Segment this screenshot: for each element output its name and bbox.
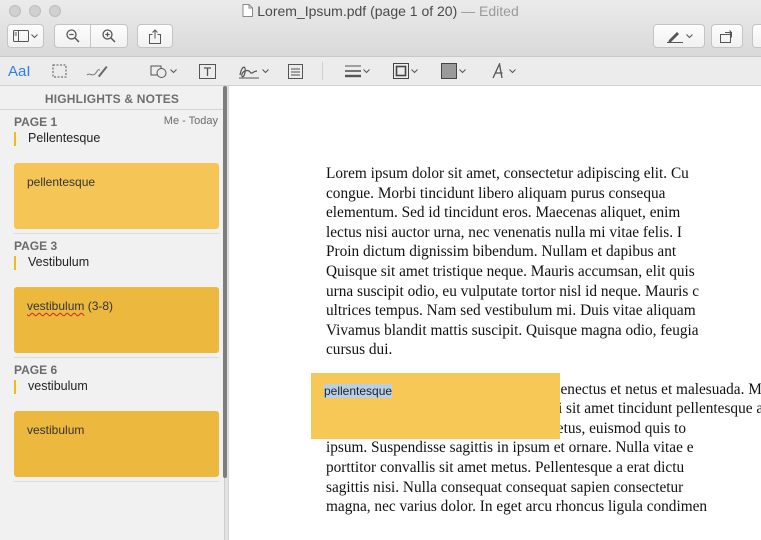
rectangular-selection-tool[interactable] — [52, 61, 67, 81]
text-line: porttitor convallis sit amet metus. Pell… — [326, 458, 685, 476]
sidebar-header: HIGHLIGHTS & NOTES — [44, 92, 180, 106]
line-style-tool[interactable] — [345, 61, 370, 81]
note-card[interactable]: pellentesque — [14, 163, 219, 229]
note-text: vestibulum — [27, 423, 85, 437]
chevron-down-icon — [31, 33, 38, 38]
chevron-down-icon — [509, 68, 516, 73]
text-line: magna, nec varius dolor. In eget arcu rh… — [326, 498, 708, 516]
sketch-icon — [86, 66, 108, 78]
note-popup-text[interactable]: pellentesque — [324, 384, 393, 398]
sidebar-icon — [13, 30, 29, 42]
zoom-in-button[interactable] — [90, 24, 128, 48]
window-title: Lorem_Ipsum.pdf (page 1 of 20) — Edited — [0, 3, 761, 19]
highlight-marker — [14, 380, 16, 394]
highlights-notes-sidebar: HIGHLIGHTS & NOTES PAGE 1 Me - Today Pel… — [0, 86, 224, 540]
rotate-button[interactable] — [711, 24, 743, 48]
highlight-text[interactable]: vestibulum — [28, 379, 88, 393]
pen-markup-icon — [666, 32, 683, 43]
chevron-down-icon — [459, 68, 466, 73]
selection-rect-icon — [52, 64, 67, 78]
note-card[interactable]: vestibulum (3-8) — [14, 287, 219, 353]
note-text-suffix: (3-8) — [84, 299, 114, 313]
share-button[interactable] — [137, 24, 173, 48]
edited-status: — Edited — [461, 3, 519, 19]
text-selection-tool[interactable]: AaI — [8, 61, 31, 81]
page-label: PAGE 6 — [14, 363, 58, 377]
chevron-down-icon — [411, 68, 418, 73]
text-box-icon — [199, 63, 216, 79]
window-titlebar: Lorem_Ipsum.pdf (page 1 of 20) — Edited — [0, 0, 761, 57]
note-icon — [288, 63, 303, 79]
markup-toolbar: AaI — [0, 57, 761, 86]
page-label: PAGE 1 — [14, 115, 58, 129]
text-line: ipsum. Suspendisse sagittis in ipsum et … — [326, 439, 694, 457]
text-box-tool[interactable] — [199, 61, 216, 81]
shapes-icon — [150, 65, 167, 78]
pdf-document-icon — [242, 4, 254, 17]
text-line: lectus nisi auctor urna, nec venenatis n… — [326, 223, 682, 241]
note-text: pellentesque — [27, 175, 96, 189]
pdf-page-view[interactable]: Lorem ipsum dolor sit amet, consectetur … — [229, 86, 761, 540]
note-popup[interactable]: pellentesque — [311, 373, 560, 439]
signature-tool[interactable] — [238, 61, 269, 81]
sidebar-divider — [0, 109, 224, 110]
text-line: Lorem ipsum dolor sit amet, consectetur … — [326, 165, 689, 182]
border-color-icon — [393, 63, 409, 79]
page-label: PAGE 3 — [14, 239, 58, 253]
border-color-tool[interactable] — [393, 61, 418, 81]
scrollbar-thumb[interactable] — [223, 86, 227, 478]
highlight-text[interactable]: Vestibulum — [28, 255, 89, 269]
text-line: Vivamus blandit mattis suscipit. Quisque… — [326, 321, 699, 339]
author-date: Me - Today — [163, 115, 218, 127]
line-style-icon — [345, 65, 361, 78]
text-line: Quisque sit amet tristique neque. Mauris… — [326, 262, 695, 280]
note-text-misspelled: vestibulum — [27, 299, 85, 313]
fill-color-tool[interactable] — [441, 61, 466, 81]
text-line: cursus dui. — [326, 341, 393, 359]
markup-toolbar-button[interactable] — [653, 24, 705, 48]
zoom-out-icon — [65, 29, 80, 43]
highlight-text[interactable]: Pellentesque — [28, 131, 100, 145]
group-divider — [14, 357, 219, 358]
document-filename: Lorem_Ipsum.pdf (page 1 of 20) — [257, 3, 458, 19]
chevron-down-icon — [170, 68, 177, 73]
font-style-icon — [492, 63, 503, 79]
text-line: sagittis nisi. Nulla consequat consequat… — [326, 478, 684, 496]
note-card[interactable]: vestibulum — [14, 411, 219, 477]
sidebar-view-button[interactable] — [7, 24, 44, 48]
text-selection-label: AaI — [8, 62, 31, 80]
text-line: Proin dictum dignissim bibendum. Nullam … — [326, 243, 677, 261]
toolbar-divider — [322, 62, 323, 80]
chevron-down-icon — [262, 68, 269, 73]
text-line: urna suscipit odio, eu vulputate tortor … — [326, 282, 700, 300]
document-text[interactable]: Lorem ipsum dolor sit amet, consectetur … — [326, 164, 761, 517]
signature-icon — [239, 66, 259, 79]
chevron-down-icon — [363, 68, 370, 73]
fill-color-icon — [441, 63, 457, 79]
group-divider — [14, 481, 219, 482]
search-button[interactable] — [752, 24, 761, 48]
text-style-tool[interactable] — [491, 61, 516, 81]
sketch-tool[interactable] — [86, 61, 108, 81]
chevron-down-icon — [685, 33, 693, 38]
text-line: congue. Morbi tincidunt libero aliquam p… — [326, 184, 666, 202]
text-line: elementum. Sed id tincidunt eros. Maecen… — [326, 204, 681, 222]
zoom-out-button[interactable] — [54, 24, 91, 48]
zoom-in-icon — [102, 29, 116, 43]
group-divider — [14, 233, 219, 234]
shapes-tool[interactable] — [150, 61, 177, 81]
highlight-marker — [14, 132, 16, 146]
rotate-icon — [719, 30, 732, 43]
note-tool[interactable] — [288, 61, 303, 81]
text-line: ultrices tempus. Nam sed vestibulum mi. … — [326, 302, 696, 320]
share-icon — [149, 28, 161, 44]
highlight-marker — [14, 256, 16, 270]
